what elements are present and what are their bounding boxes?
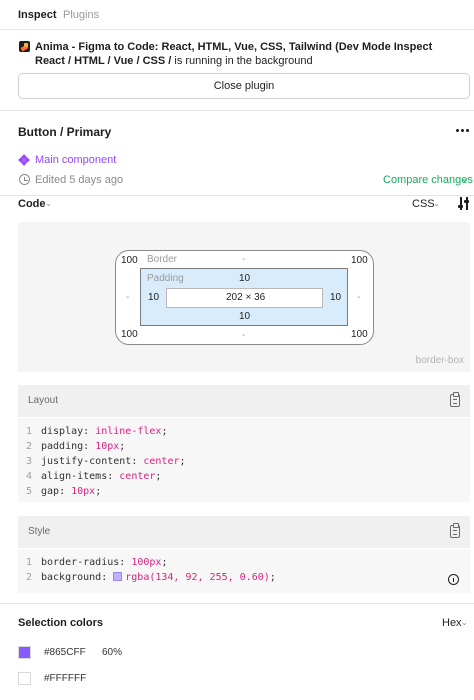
component-title: Button / Primary	[18, 125, 112, 139]
main-component-link[interactable]: Main component	[35, 154, 116, 166]
color-swatch[interactable]	[18, 672, 31, 685]
padding-left-value: 10	[148, 292, 160, 303]
border-label: Border	[147, 254, 178, 265]
color-hex-value[interactable]: #865CFF	[44, 647, 86, 658]
copy-icon[interactable]	[450, 523, 460, 538]
code-line: 2 background: rgba(134, 92, 255, 0.60);	[18, 570, 470, 585]
layout-code-block[interactable]: 1 display: inline-flex; 2 padding: 10px;…	[18, 418, 470, 502]
border-top-value: -	[242, 254, 246, 265]
radius-bottom-left: 100	[121, 329, 138, 340]
color-hex-value[interactable]: #FFFFFF	[44, 673, 86, 684]
history-icon	[19, 174, 30, 185]
box-sizing-label: border-box	[415, 355, 464, 366]
code-section-dropdown[interactable]: Code	[18, 198, 46, 210]
chevron-down-icon[interactable]: ⌄	[45, 199, 52, 208]
edited-timestamp: Edited 5 days ago	[35, 174, 124, 186]
layout-panel-header: Layout	[18, 385, 470, 417]
tab-bar: Inspect Plugins	[0, 0, 474, 30]
close-plugin-button[interactable]: Close plugin	[18, 73, 470, 99]
color-opacity-value: 60%	[102, 647, 123, 658]
selection-colors-title: Selection colors	[18, 617, 103, 629]
radius-top-right: 100	[351, 255, 368, 266]
padding-bottom-value: 10	[239, 311, 251, 322]
chevron-down-icon[interactable]: ⌄	[433, 199, 440, 208]
color-format-select[interactable]: Hex	[442, 617, 462, 629]
content-size: 202 × 36	[226, 292, 266, 303]
divider	[0, 110, 474, 111]
color-swatch[interactable]	[18, 646, 31, 659]
layout-panel-title: Layout	[28, 395, 59, 406]
code-settings-icon[interactable]	[458, 197, 470, 211]
radius-top-left: 100	[121, 255, 138, 266]
language-select[interactable]: CSS	[412, 198, 435, 210]
plugin-logo-icon	[19, 41, 30, 52]
style-code-block[interactable]: 1 border-radius: 100px; 2 background: rg…	[18, 549, 470, 593]
tab-inspect[interactable]: Inspect	[18, 9, 57, 21]
info-icon[interactable]	[448, 574, 459, 585]
main-component-icon	[18, 154, 30, 166]
margin-left-value: -	[126, 292, 130, 303]
color-swatch[interactable]	[113, 572, 123, 581]
chevron-down-icon[interactable]: ⌄	[461, 174, 469, 185]
divider	[0, 195, 474, 196]
compare-changes-button[interactable]: Compare changes	[383, 174, 473, 186]
divider	[0, 603, 474, 604]
plugin-running-notice: Anima - Figma to Code: React, HTML, Vue,…	[35, 40, 465, 68]
radius-bottom-right: 100	[351, 329, 368, 340]
margin-right-value: -	[357, 292, 361, 303]
more-options-icon[interactable]	[455, 128, 471, 134]
box-model-diagram: 100 100 100 100 Border - - - - Padding 1…	[18, 222, 470, 372]
copy-icon[interactable]	[450, 392, 460, 407]
tab-plugins[interactable]: Plugins	[63, 9, 99, 21]
style-panel-header: Style	[18, 516, 470, 548]
padding-right-value: 10	[330, 292, 342, 303]
style-panel-title: Style	[28, 526, 51, 537]
border-bottom-value: -	[242, 330, 246, 341]
plugin-status: is running in the background	[174, 55, 313, 67]
chevron-down-icon[interactable]: ⌄	[461, 618, 468, 627]
padding-top-value: 10	[239, 273, 251, 284]
padding-label: Padding	[147, 273, 184, 284]
